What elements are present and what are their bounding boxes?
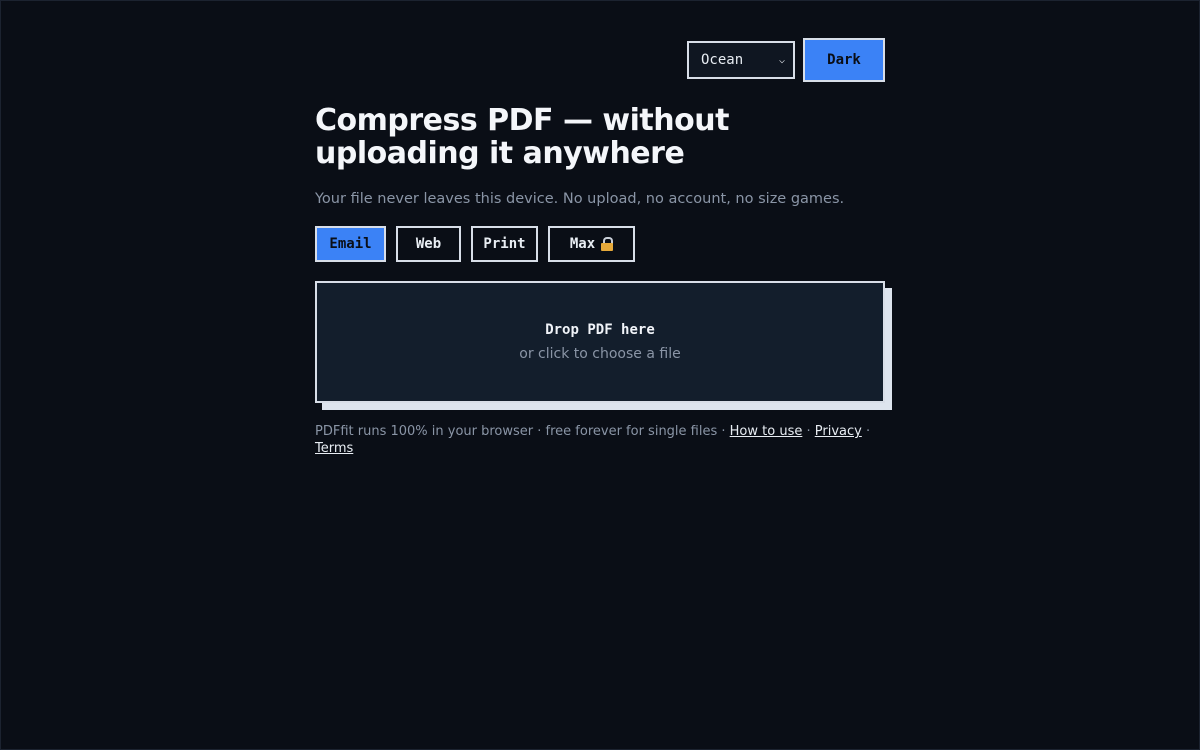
preset-label: Max: [569, 236, 596, 252]
lock-icon: [601, 237, 614, 251]
page-title: Compress PDF — without uploading it anyw…: [315, 103, 729, 171]
main-container: Ocean ⌵ Dark Compress PDF — without uplo…: [315, 38, 892, 457]
dropzone-wrapper: Drop PDF here or click to choose a file: [315, 281, 892, 410]
preset-max-button[interactable]: Max: [548, 226, 635, 262]
preset-label: Web: [415, 236, 442, 252]
preset-email-button[interactable]: Email: [315, 226, 386, 262]
theme-select[interactable]: Ocean ⌵: [687, 41, 795, 79]
preset-web-button[interactable]: Web: [396, 226, 461, 262]
footer-separator: ·: [861, 424, 871, 439]
chevron-down-icon: ⌵: [778, 54, 785, 66]
top-controls: Ocean ⌵ Dark: [315, 38, 885, 82]
how-to-use-link[interactable]: How to use: [730, 424, 803, 439]
preset-label: Print: [483, 236, 526, 252]
theme-select-value: Ocean: [701, 52, 744, 68]
preset-print-button[interactable]: Print: [471, 226, 538, 262]
footer-separator: ·: [802, 424, 815, 439]
preset-label: Email: [329, 236, 372, 252]
dropzone-subtitle: or click to choose a file: [519, 346, 681, 362]
preset-group: Email Web Print Max: [315, 226, 885, 262]
privacy-link[interactable]: Privacy: [815, 424, 862, 439]
pdf-dropzone[interactable]: Drop PDF here or click to choose a file: [315, 281, 885, 403]
footer-text: PDFfit runs 100% in your browser · free …: [315, 424, 730, 439]
dropzone-title: Drop PDF here: [545, 322, 655, 338]
terms-link[interactable]: Terms: [315, 441, 353, 456]
footer: PDFfit runs 100% in your browser · free …: [315, 423, 875, 457]
dark-mode-button[interactable]: Dark: [803, 38, 885, 82]
page-subtitle: Your file never leaves this device. No u…: [315, 191, 845, 207]
